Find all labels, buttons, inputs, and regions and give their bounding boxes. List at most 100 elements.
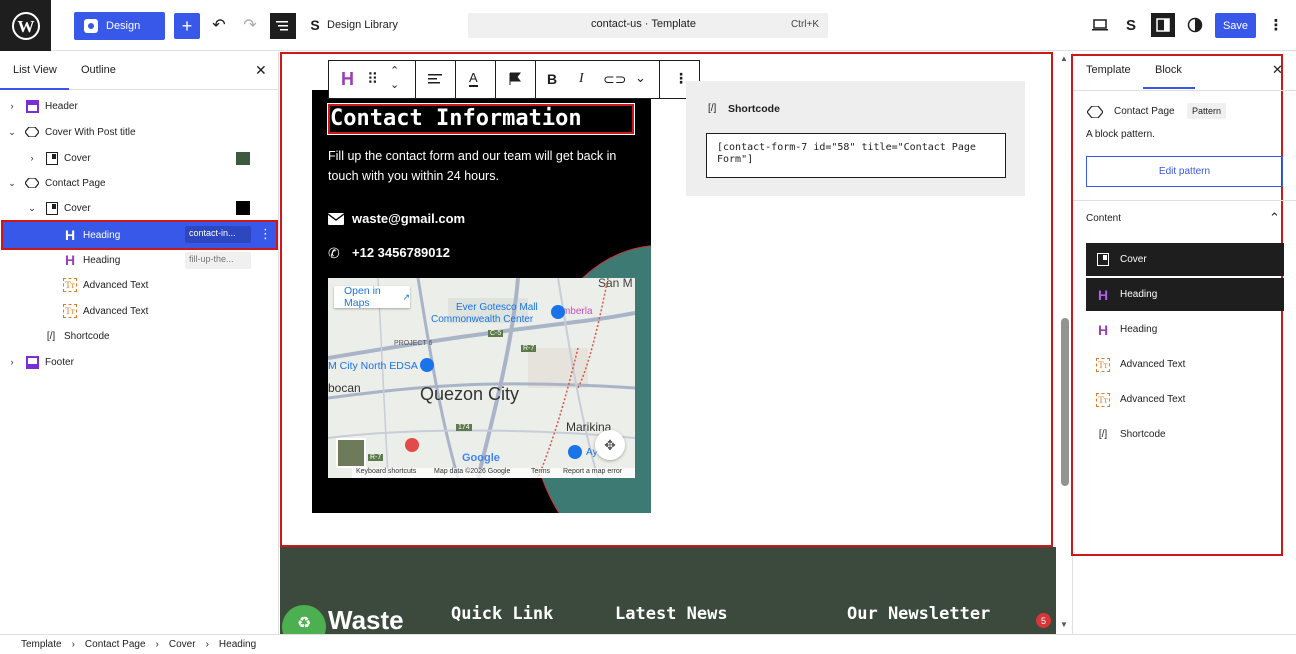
desktop-preview-icon[interactable]: [1090, 15, 1110, 35]
heading-block-icon: H: [1097, 321, 1109, 338]
chevron-right-icon[interactable]: ›: [7, 101, 17, 111]
move-up-down-icon[interactable]: ⌃ ⌄: [390, 64, 399, 92]
svg-text:W: W: [17, 17, 34, 36]
map-pin-icon[interactable]: [568, 445, 582, 459]
list-item[interactable]: H Heading fill-up-the...: [0, 248, 279, 272]
drag-handle-icon[interactable]: ⠿: [367, 70, 378, 88]
content-item[interactable]: H Heading: [1086, 278, 1284, 311]
cover-block-icon: [45, 151, 59, 165]
close-icon[interactable]: ✕: [1272, 62, 1283, 78]
breadcrumb-item[interactable]: Template: [21, 639, 62, 650]
shortcode-input[interactable]: [contact-form-7 id="58" title="Contact P…: [706, 133, 1006, 178]
close-icon[interactable]: ✕: [255, 62, 267, 79]
map-footer-link[interactable]: Terms: [531, 468, 550, 475]
map-pin-icon[interactable]: [551, 305, 565, 319]
heading-block-icon[interactable]: H: [341, 69, 354, 90]
design-logo-icon: [84, 19, 98, 33]
list-item[interactable]: Tт Advanced Text: [0, 299, 279, 323]
scroll-up-icon[interactable]: ▲: [1060, 54, 1068, 63]
map-pin-icon[interactable]: [420, 358, 434, 372]
design-library-button[interactable]: Design Library: [327, 19, 398, 31]
chevron-down-icon[interactable]: ⌄: [635, 70, 646, 86]
map-label: PROJECT 6: [394, 340, 433, 347]
heading-block-icon: H: [64, 252, 76, 268]
edit-pattern-button[interactable]: Edit pattern: [1086, 156, 1283, 187]
options-menu-icon[interactable]: ⋮: [1268, 15, 1284, 35]
scroll-thumb[interactable]: [1061, 318, 1069, 486]
add-block-button[interactable]: +: [174, 13, 200, 39]
save-button[interactable]: Save: [1215, 13, 1256, 38]
bold-icon[interactable]: B: [547, 71, 557, 87]
chevron-up-icon[interactable]: ⌃: [1269, 210, 1280, 226]
map-footer-link[interactable]: Keyboard shortcuts: [356, 468, 416, 475]
text-color-icon[interactable]: A: [469, 70, 478, 87]
list-item[interactable]: › Cover: [0, 146, 279, 170]
chevron-down-icon[interactable]: ⌄: [7, 178, 17, 189]
redo-icon[interactable]: ↷: [240, 14, 260, 36]
document-title: contact-us · Template: [591, 18, 696, 30]
hospital-pin-icon[interactable]: [405, 438, 419, 452]
tab-list-view[interactable]: List View: [13, 64, 57, 76]
contact-paragraph[interactable]: Fill up the contact form and our team wi…: [328, 146, 638, 186]
breadcrumb-item[interactable]: Cover: [169, 639, 196, 650]
content-section-title[interactable]: Content: [1086, 213, 1121, 224]
phone-icon: ✆: [328, 245, 340, 261]
italic-icon[interactable]: I: [579, 71, 584, 87]
list-item-selected[interactable]: H Heading contact-in... ⋮: [1, 220, 278, 250]
undo-icon[interactable]: ↶: [209, 14, 229, 36]
tab-block[interactable]: Block: [1155, 64, 1182, 76]
content-item[interactable]: H Heading: [1086, 313, 1284, 346]
chevron-down-icon[interactable]: ⌄: [7, 127, 17, 138]
map-label: Commonwealth Center: [431, 314, 534, 325]
chevron-right-icon[interactable]: ›: [27, 153, 37, 163]
map-footer-link[interactable]: Report a map error: [563, 468, 622, 475]
advanced-text-icon: Tт: [1096, 357, 1110, 372]
list-item[interactable]: › Footer: [0, 350, 279, 374]
list-item[interactable]: [/] Shortcode: [0, 324, 279, 348]
settings-sidebar-icon[interactable]: [1151, 13, 1175, 37]
google-map[interactable]: Open in Maps ↗ San M Ever Gotesco Mall C…: [328, 278, 635, 478]
tab-template[interactable]: Template: [1086, 64, 1131, 76]
list-item[interactable]: ⌄ Cover With Post title: [0, 120, 279, 144]
content-item[interactable]: Tт Advanced Text: [1086, 348, 1284, 381]
breadcrumb-item[interactable]: Contact Page: [85, 639, 146, 650]
styles-icon[interactable]: [1185, 15, 1205, 35]
content-item[interactable]: Cover: [1086, 243, 1284, 276]
content-item[interactable]: Tт Advanced Text: [1086, 383, 1284, 416]
chevron-right-icon[interactable]: ›: [7, 357, 17, 367]
notification-badge[interactable]: 5: [1036, 613, 1051, 628]
contact-heading[interactable]: Contact Information: [330, 106, 582, 131]
design-button[interactable]: Design: [74, 12, 165, 40]
contact-cover-block[interactable]: Contact Information Fill up the contact …: [312, 90, 651, 513]
shortcode-block[interactable]: [/] Shortcode [contact-form-7 id="58" ti…: [686, 81, 1025, 196]
satellite-view-thumbnail[interactable]: [336, 438, 366, 468]
map-label: M City North EDSA: [328, 360, 418, 372]
content-item[interactable]: [/] Shortcode: [1086, 418, 1284, 451]
scroll-down-icon[interactable]: ▼: [1060, 620, 1068, 629]
cover-block-icon: [45, 201, 59, 215]
editor-canvas[interactable]: Contact Information Fill up the contact …: [280, 52, 1056, 634]
list-item[interactable]: ⌄ Cover: [0, 196, 279, 220]
spectra-icon[interactable]: S: [1121, 15, 1141, 35]
open-in-maps-link[interactable]: Open in Maps ↗: [334, 285, 410, 309]
list-item-label: Footer: [45, 356, 74, 368]
chevron-down-icon[interactable]: ⌄: [27, 203, 37, 214]
flag-icon[interactable]: [509, 72, 521, 89]
wordpress-logo-icon[interactable]: W: [0, 0, 51, 51]
contact-email[interactable]: waste@gmail.com: [352, 211, 465, 226]
tab-outline[interactable]: Outline: [81, 64, 116, 76]
link-icon[interactable]: ⊂⊃: [603, 71, 626, 88]
align-icon[interactable]: [427, 71, 443, 90]
document-overview-icon[interactable]: [270, 13, 296, 39]
contact-phone[interactable]: +12 3456789012: [352, 245, 450, 260]
list-item[interactable]: ⌄ Contact Page: [0, 171, 279, 195]
list-item-label: Heading: [83, 254, 121, 266]
breadcrumb-item[interactable]: Heading: [219, 639, 256, 650]
map-pan-control-icon[interactable]: ✥: [595, 430, 625, 460]
command-palette-search[interactable]: contact-us · Template Ctrl+K: [468, 13, 828, 38]
list-item[interactable]: › Header: [0, 94, 279, 118]
content-item-label: Heading: [1120, 289, 1158, 300]
block-options-icon[interactable]: ⋮: [259, 226, 272, 242]
content-item-label: Shortcode: [1120, 429, 1166, 440]
list-item[interactable]: Tт Advanced Text: [0, 273, 279, 297]
